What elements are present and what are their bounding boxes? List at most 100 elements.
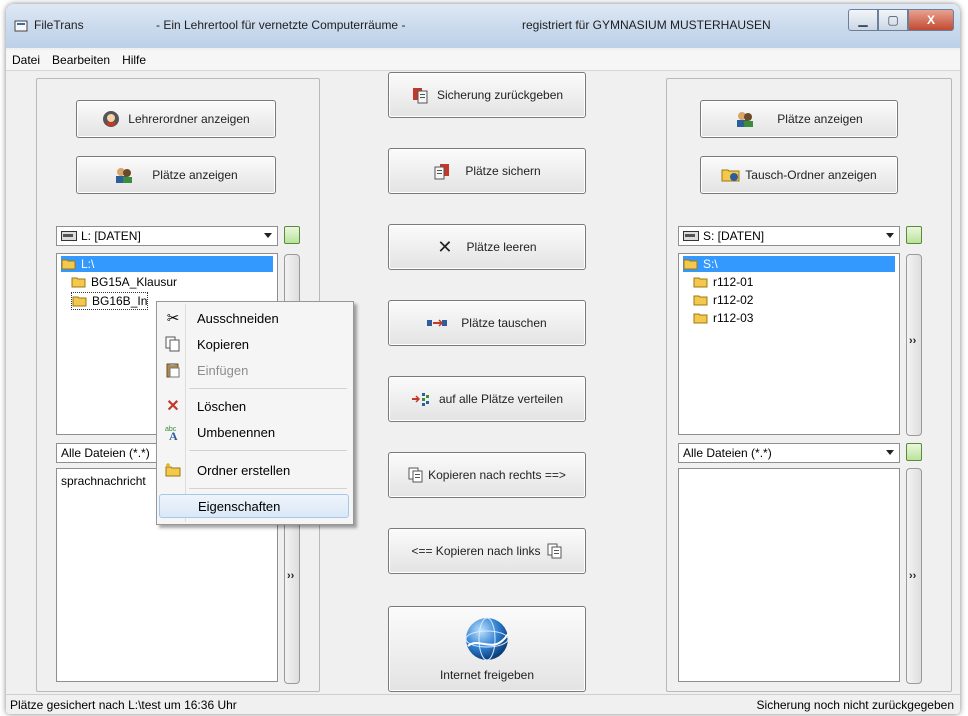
menu-item-label: Ordner erstellen [197,462,291,478]
left-show-seats-button[interactable]: Plätze anzeigen [76,156,276,194]
swap-arrows-icon [427,318,448,328]
status-right: Sicherung noch nicht zurückgegeben [756,698,954,712]
tree-item[interactable]: r112-02 [693,292,753,308]
menu-separator [189,488,347,489]
backup-seats-label: Plätze sichern [465,164,541,178]
tree-item-root[interactable]: L:\ [61,256,273,272]
menu-item-new-folder[interactable]: Ordner erstellen [159,458,349,482]
title-bar[interactable]: FileTrans - Ein Lehrertool für vernetzte… [6,4,960,48]
clear-seats-label: Plätze leeren [466,240,537,254]
copy-icon [408,467,424,483]
menu-hilfe[interactable]: Hilfe [116,50,152,70]
close-button[interactable]: X [908,9,954,31]
menu-datei[interactable]: Datei [6,50,46,70]
chevron-down-icon [886,450,894,455]
svg-text:A: A [169,429,178,440]
menu-item-cut[interactable]: ✂ Ausschneiden [159,306,349,330]
chevron-down-icon [264,233,272,238]
scissors-icon: ✂ [166,310,180,327]
menu-item-delete[interactable]: ✕ Löschen [159,394,349,418]
right-refresh-icon[interactable] [906,226,922,244]
open-folder-icon [683,258,699,270]
menu-item-label: Eigenschaften [198,498,281,514]
tree-item-label: r112-02 [713,293,754,307]
menu-item-label: Kopieren [197,336,250,352]
menu-item-paste[interactable]: Einfügen [159,358,349,382]
backup-seats-button[interactable]: Plätze sichern [388,148,586,194]
left-expand-button[interactable]: ›› [287,570,294,582]
right-drive-label: S: [DATEN] [703,229,765,243]
teacher-folder-label: Lehrerordner anzeigen [128,112,250,126]
right-show-seats-button[interactable]: Plätze anzeigen [700,100,898,138]
left-filter-label: Alle Dateien (*.*) [61,446,150,460]
restore-icon [411,86,429,104]
right-filter-select[interactable]: Alle Dateien (*.*) [678,443,900,463]
right-file-list[interactable] [678,468,900,682]
distribute-label: auf alle Plätze verteilen [438,392,564,406]
menu-bearbeiten[interactable]: Bearbeiten [46,50,116,70]
file-item-label: sprachnachricht [61,474,146,488]
status-bar: Plätze gesichert nach L:\test um 16:36 U… [6,694,960,714]
tree-item[interactable]: r112-01 [693,274,753,290]
right-tree-expand-button[interactable]: ›› [909,335,916,347]
status-left: Plätze gesichert nach L:\test um 16:36 U… [10,698,237,712]
menu-item-properties[interactable]: Eigenschaften [159,494,349,518]
swap-seats-button[interactable]: Plätze tauschen [388,300,586,346]
distribute-icon [411,392,429,406]
internet-share-button[interactable]: Internet freigeben [388,606,586,692]
backup-icon [433,162,451,180]
menu-item-label: Löschen [197,398,247,414]
copy-right-button[interactable]: Kopieren nach rechts ==> [388,452,586,498]
restore-backup-label: Sicherung zurückgeben [436,88,564,102]
menu-item-rename[interactable]: abc A Umbenennen [159,420,349,444]
open-folder-icon [61,258,77,270]
swap-folder-icon [721,167,741,183]
tree-item[interactable]: r112-03 [693,310,753,326]
menu-bar: Datei Bearbeiten Hilfe [6,50,960,71]
swap-folder-button[interactable]: Tausch-Ordner anzeigen [700,156,898,194]
drive-icon [61,231,77,241]
tree-item-label: r112-03 [713,311,754,325]
copy-icon [165,336,181,352]
teacher-folder-icon [102,110,120,128]
teacher-folder-button[interactable]: Lehrerordner anzeigen [76,100,276,138]
file-item[interactable]: sprachnachricht [61,473,146,489]
close-x-icon: ✕ [437,236,453,257]
tree-item-label: BG16B_In [92,294,148,308]
tree-item-focused[interactable]: BG16B_In [71,292,149,310]
tree-item-label: BG15A_Klausur [91,275,178,289]
window-controls: ▁ ▢ X [848,9,954,31]
restore-backup-button[interactable]: Sicherung zurückgeben [388,72,586,118]
menu-item-copy[interactable]: Kopieren [159,332,349,356]
app-icon [14,20,28,32]
clipboard-icon [165,362,181,378]
distribute-button[interactable]: auf alle Plätze verteilen [388,376,586,422]
folder-icon [693,276,709,288]
app-title: FileTrans [34,18,84,32]
right-filter-label: Alle Dateien (*.*) [683,446,772,460]
folder-icon [693,294,709,306]
maximize-button[interactable]: ▢ [878,9,908,31]
tree-item-label: r112-01 [713,275,754,289]
chevron-down-icon [886,233,894,238]
tree-item[interactable]: BG15A_Klausur [71,274,177,290]
clear-seats-button[interactable]: ✕ Plätze leeren [388,224,586,270]
right-files-refresh-icon[interactable] [906,443,922,461]
left-refresh-icon[interactable] [284,226,300,244]
drive-icon [683,231,699,241]
swap-folder-label: Tausch-Ordner anzeigen [745,168,877,182]
copy-left-label: <== Kopieren nach links [411,544,541,558]
menu-separator [189,388,347,389]
users-icon [735,110,755,128]
copy-left-button[interactable]: <== Kopieren nach links [388,528,586,574]
right-drive-select[interactable]: S: [DATEN] [678,226,900,246]
left-drive-select[interactable]: L: [DATEN] [56,226,278,246]
right-expand-button[interactable]: ›› [909,570,916,582]
tree-item-root[interactable]: S:\ [683,256,895,272]
right-folder-tree[interactable]: S:\ r112-01 r112-02 r112-03 [678,253,900,435]
right-show-seats-label: Plätze anzeigen [777,112,863,126]
minimize-button[interactable]: ▁ [848,9,878,31]
app-window: FileTrans - Ein Lehrertool für vernetzte… [6,4,960,714]
menu-separator [189,450,347,451]
rename-icon: abc A [165,424,181,440]
